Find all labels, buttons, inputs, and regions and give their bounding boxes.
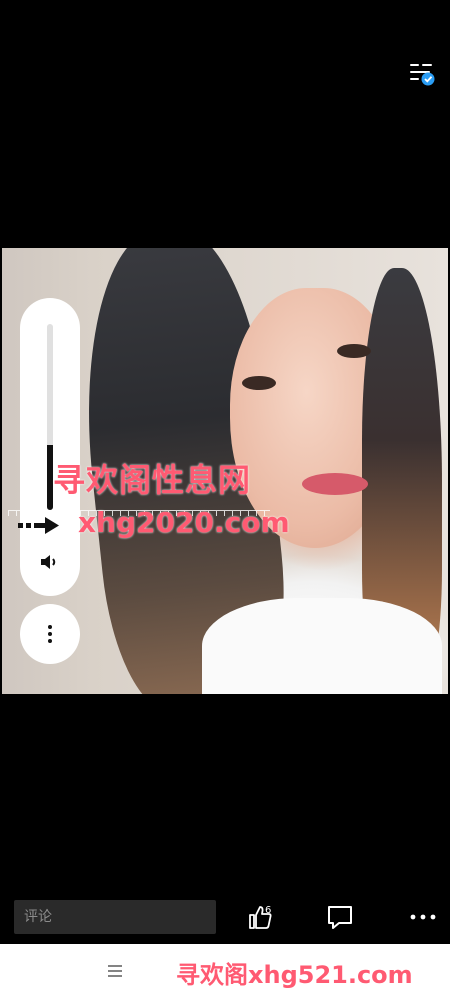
bottom-logo-text: 寻欢阁xhg521.com xyxy=(176,961,413,989)
more-vertical-icon[interactable] xyxy=(20,604,80,664)
watermark-url: xhg2020.com xyxy=(78,506,290,539)
settings-sliders-icon[interactable] xyxy=(409,61,437,87)
verified-badge-icon xyxy=(421,72,435,86)
arrow-right-icon xyxy=(18,517,59,534)
speaker-icon[interactable] xyxy=(38,550,62,574)
comment-input[interactable] xyxy=(14,900,216,934)
comment-button[interactable] xyxy=(322,900,358,934)
shirt xyxy=(202,598,442,694)
eye xyxy=(337,344,371,358)
like-count: 6 xyxy=(265,905,272,916)
eye xyxy=(242,376,276,390)
more-horizontal-icon[interactable] xyxy=(405,900,441,934)
comment-icon xyxy=(328,906,352,929)
watermark-title: 寻欢阁性息网 xyxy=(53,461,252,499)
lips xyxy=(302,473,368,495)
like-button[interactable] xyxy=(240,900,280,934)
menu-icon[interactable] xyxy=(106,962,124,980)
